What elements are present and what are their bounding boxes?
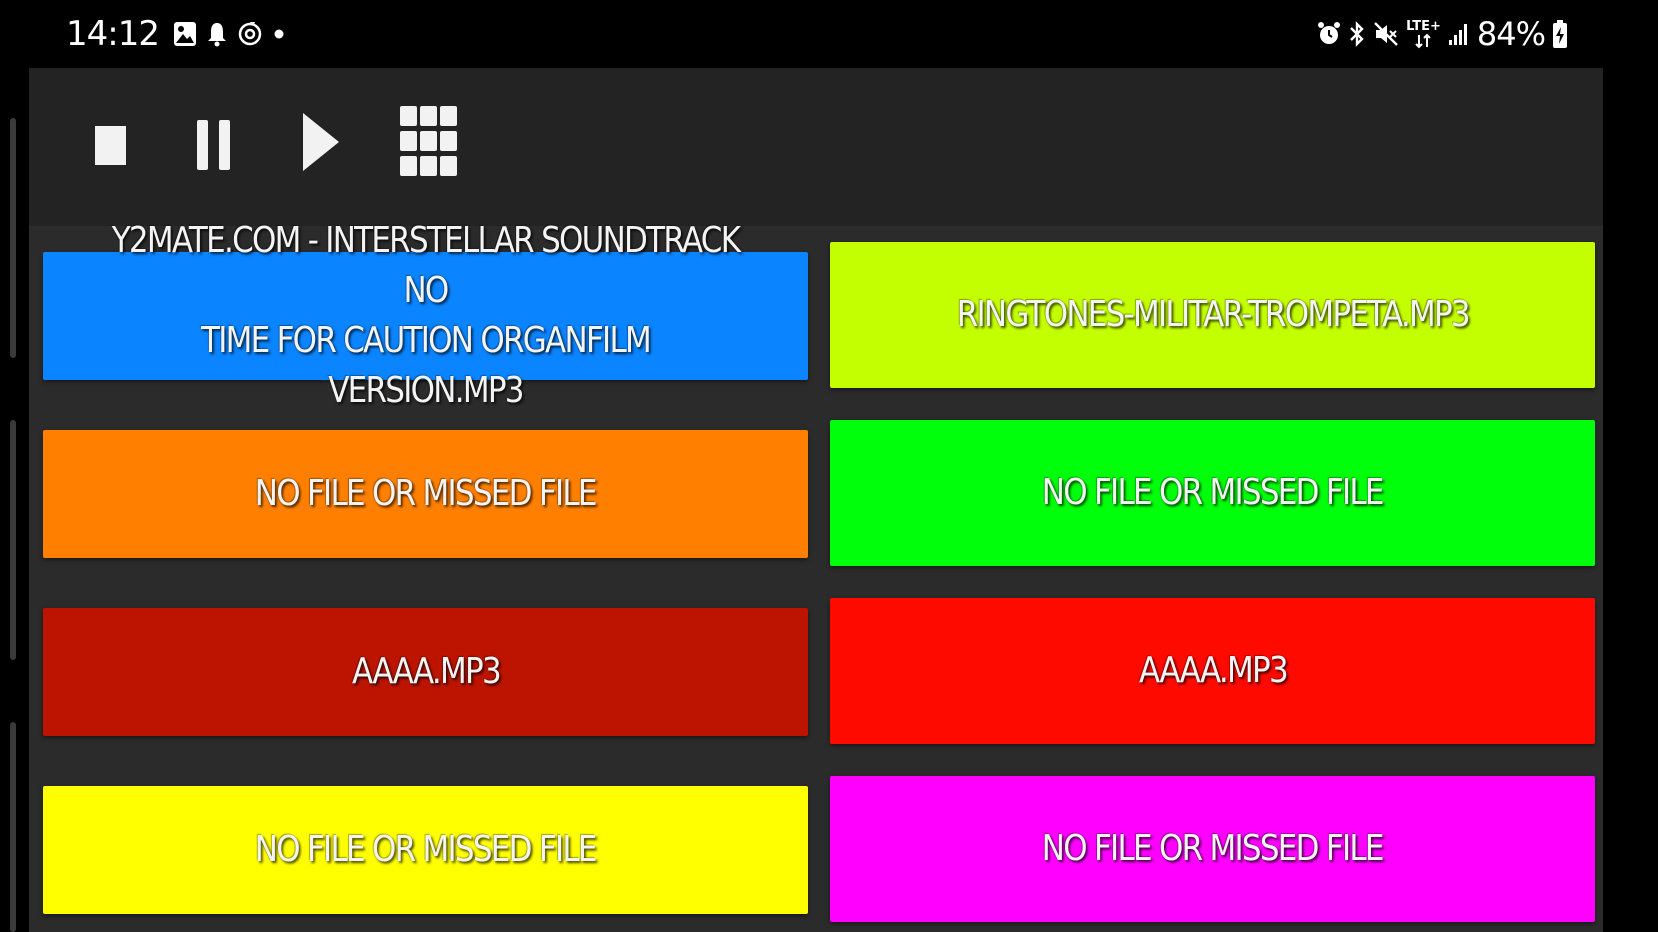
sound-pad-label: Y2MATE.COM - INTERSTELLAR SOUNDTRACK NO … <box>111 220 741 411</box>
sound-pad-6[interactable]: AAAA.MP3 <box>830 598 1595 744</box>
play-icon <box>303 113 339 171</box>
stop-icon <box>95 126 126 165</box>
dot-indicator-icon <box>273 28 285 40</box>
sound-pad-8[interactable]: NO FILE OR MISSED FILE <box>830 776 1595 922</box>
device-screen: 14:12 LTE+ 84% Y2MATE.COM - INTERSTELLAR… <box>0 0 1658 932</box>
gallery-icon <box>173 20 197 48</box>
battery-charging-icon <box>1552 19 1568 49</box>
sound-pad-label: NO FILE OR MISSED FILE <box>1042 472 1385 513</box>
sound-pad-1[interactable]: Y2MATE.COM - INTERSTELLAR SOUNDTRACK NO … <box>43 220 808 411</box>
edge-panel-handle[interactable] <box>10 722 16 932</box>
sound-pad-label: NO FILE OR MISSED FILE <box>255 829 598 870</box>
edge-panel-handle[interactable] <box>10 118 16 358</box>
notification-bell-icon <box>207 21 227 47</box>
media-sync-icon <box>237 20 263 48</box>
edge-panel-handle[interactable] <box>10 420 16 660</box>
status-bar: 14:12 LTE+ 84% <box>0 0 1658 68</box>
signal-bars-icon <box>1448 21 1470 47</box>
sound-pad-label: AAAA.MP3 <box>1138 650 1289 691</box>
mute-icon <box>1373 21 1399 47</box>
sound-pad-5[interactable]: AAAA.MP3 <box>43 608 808 736</box>
alarm-icon <box>1317 21 1341 47</box>
pause-button[interactable] <box>178 106 250 178</box>
sound-pad-label: AAAA.MP3 <box>351 651 502 692</box>
play-button[interactable] <box>284 106 356 178</box>
soundboard-app: Y2MATE.COM - INTERSTELLAR SOUNDTRACK NO … <box>29 68 1603 932</box>
status-bar-left: 14:12 <box>66 12 285 56</box>
sound-pad-grid: Y2MATE.COM - INTERSTELLAR SOUNDTRACK NO … <box>29 220 1603 932</box>
grid-button[interactable] <box>393 106 465 178</box>
lte-data-icon: LTE+ <box>1406 20 1441 49</box>
lte-label: LTE+ <box>1406 18 1441 34</box>
sound-pad-7[interactable]: NO FILE OR MISSED FILE <box>43 786 808 914</box>
sound-pad-label: NO FILE OR MISSED FILE <box>255 473 598 514</box>
sound-pad-4[interactable]: NO FILE OR MISSED FILE <box>830 420 1595 566</box>
sound-pad-label: NO FILE OR MISSED FILE <box>1042 828 1385 869</box>
stop-button[interactable] <box>74 106 146 178</box>
battery-percent: 84% <box>1476 15 1546 53</box>
status-time: 14:12 <box>66 14 160 54</box>
playback-toolbar <box>29 68 1603 226</box>
sound-pad-2[interactable]: RINGTONES-MILITAR-TROMPETA.MP3 <box>830 242 1595 388</box>
status-bar-right: LTE+ 84% <box>1317 12 1568 56</box>
sound-pad-label: RINGTONES-MILITAR-TROMPETA.MP3 <box>956 294 1470 335</box>
pause-icon <box>197 120 230 170</box>
bluetooth-icon <box>1348 20 1366 48</box>
sound-pad-3[interactable]: NO FILE OR MISSED FILE <box>43 430 808 558</box>
grid-icon <box>400 106 457 176</box>
